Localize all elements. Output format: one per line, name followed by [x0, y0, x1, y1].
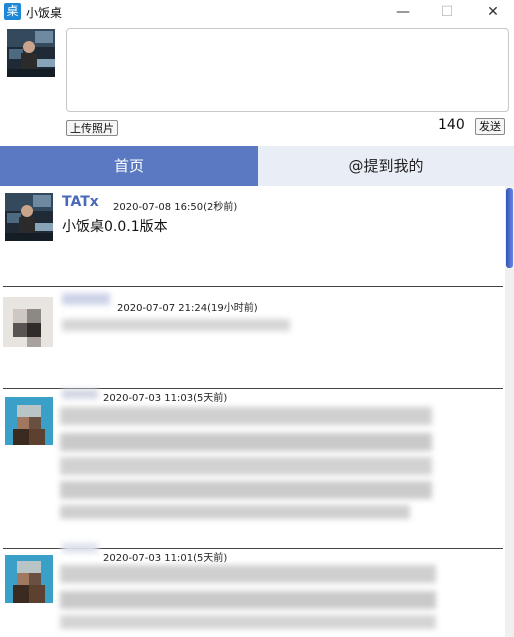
post-author[interactable]: TATx — [62, 194, 99, 210]
upload-photo-button[interactable]: 上传照片 — [66, 120, 118, 136]
list-item[interactable]: 2020-07-03 11:01(5天前) — [0, 543, 505, 637]
compose-input[interactable] — [66, 28, 509, 112]
avatar[interactable] — [5, 397, 53, 445]
post-timestamp: 2020-07-08 16:50(2秒前) — [113, 202, 238, 213]
maximize-icon[interactable]: ☐ — [424, 0, 470, 24]
post-text: 小饭桌0.0.1版本 — [62, 219, 168, 235]
blurred-author — [62, 543, 98, 553]
tab-mentions[interactable]: @提到我的 — [258, 146, 514, 186]
blurred-text — [60, 481, 432, 499]
list-item[interactable]: 2020-07-07 21:24(19小时前) — [0, 287, 505, 388]
blurred-text — [60, 591, 436, 609]
avatar[interactable] — [3, 297, 53, 347]
post-timestamp: 2020-07-07 21:24(19小时前) — [117, 303, 258, 314]
list-item[interactable]: 2020-07-03 11:03(5天前) — [0, 389, 505, 548]
blurred-text — [62, 319, 290, 331]
list-item[interactable]: TATx 2020-07-08 16:50(2秒前) 小饭桌0.0.1版本 — [0, 186, 505, 286]
blurred-text — [60, 433, 432, 451]
char-count: 140 — [438, 117, 465, 133]
scroll-thumb[interactable] — [506, 188, 513, 268]
blurred-text — [60, 457, 432, 475]
post-timestamp: 2020-07-03 11:01(5天前) — [103, 553, 228, 564]
tab-home[interactable]: 首页 — [0, 146, 258, 186]
send-button[interactable]: 发送 — [475, 118, 505, 135]
blurred-text — [60, 615, 436, 629]
avatar[interactable] — [5, 193, 53, 241]
avatar[interactable] — [7, 29, 55, 77]
avatar[interactable] — [5, 555, 53, 603]
feed-scrollbar[interactable] — [505, 186, 514, 637]
blurred-text — [60, 407, 432, 425]
minimize-icon[interactable]: — — [380, 0, 426, 24]
tab-bar: 首页 @提到我的 — [0, 146, 514, 186]
blurred-author — [62, 293, 110, 305]
app-logo-icon: 桌 — [4, 3, 21, 20]
blurred-text — [60, 565, 436, 583]
close-icon[interactable]: ✕ — [470, 0, 514, 24]
post-timestamp: 2020-07-03 11:03(5天前) — [103, 393, 228, 404]
feed-list: TATx 2020-07-08 16:50(2秒前) 小饭桌0.0.1版本 20… — [0, 186, 505, 637]
title-bar: 桌 小饭桌 — ☐ ✕ — [0, 0, 514, 24]
blurred-author — [62, 389, 98, 399]
blurred-text — [60, 505, 410, 519]
compose-panel: 上传照片 140 发送 — [0, 24, 514, 146]
window-title: 小饭桌 — [26, 6, 63, 20]
